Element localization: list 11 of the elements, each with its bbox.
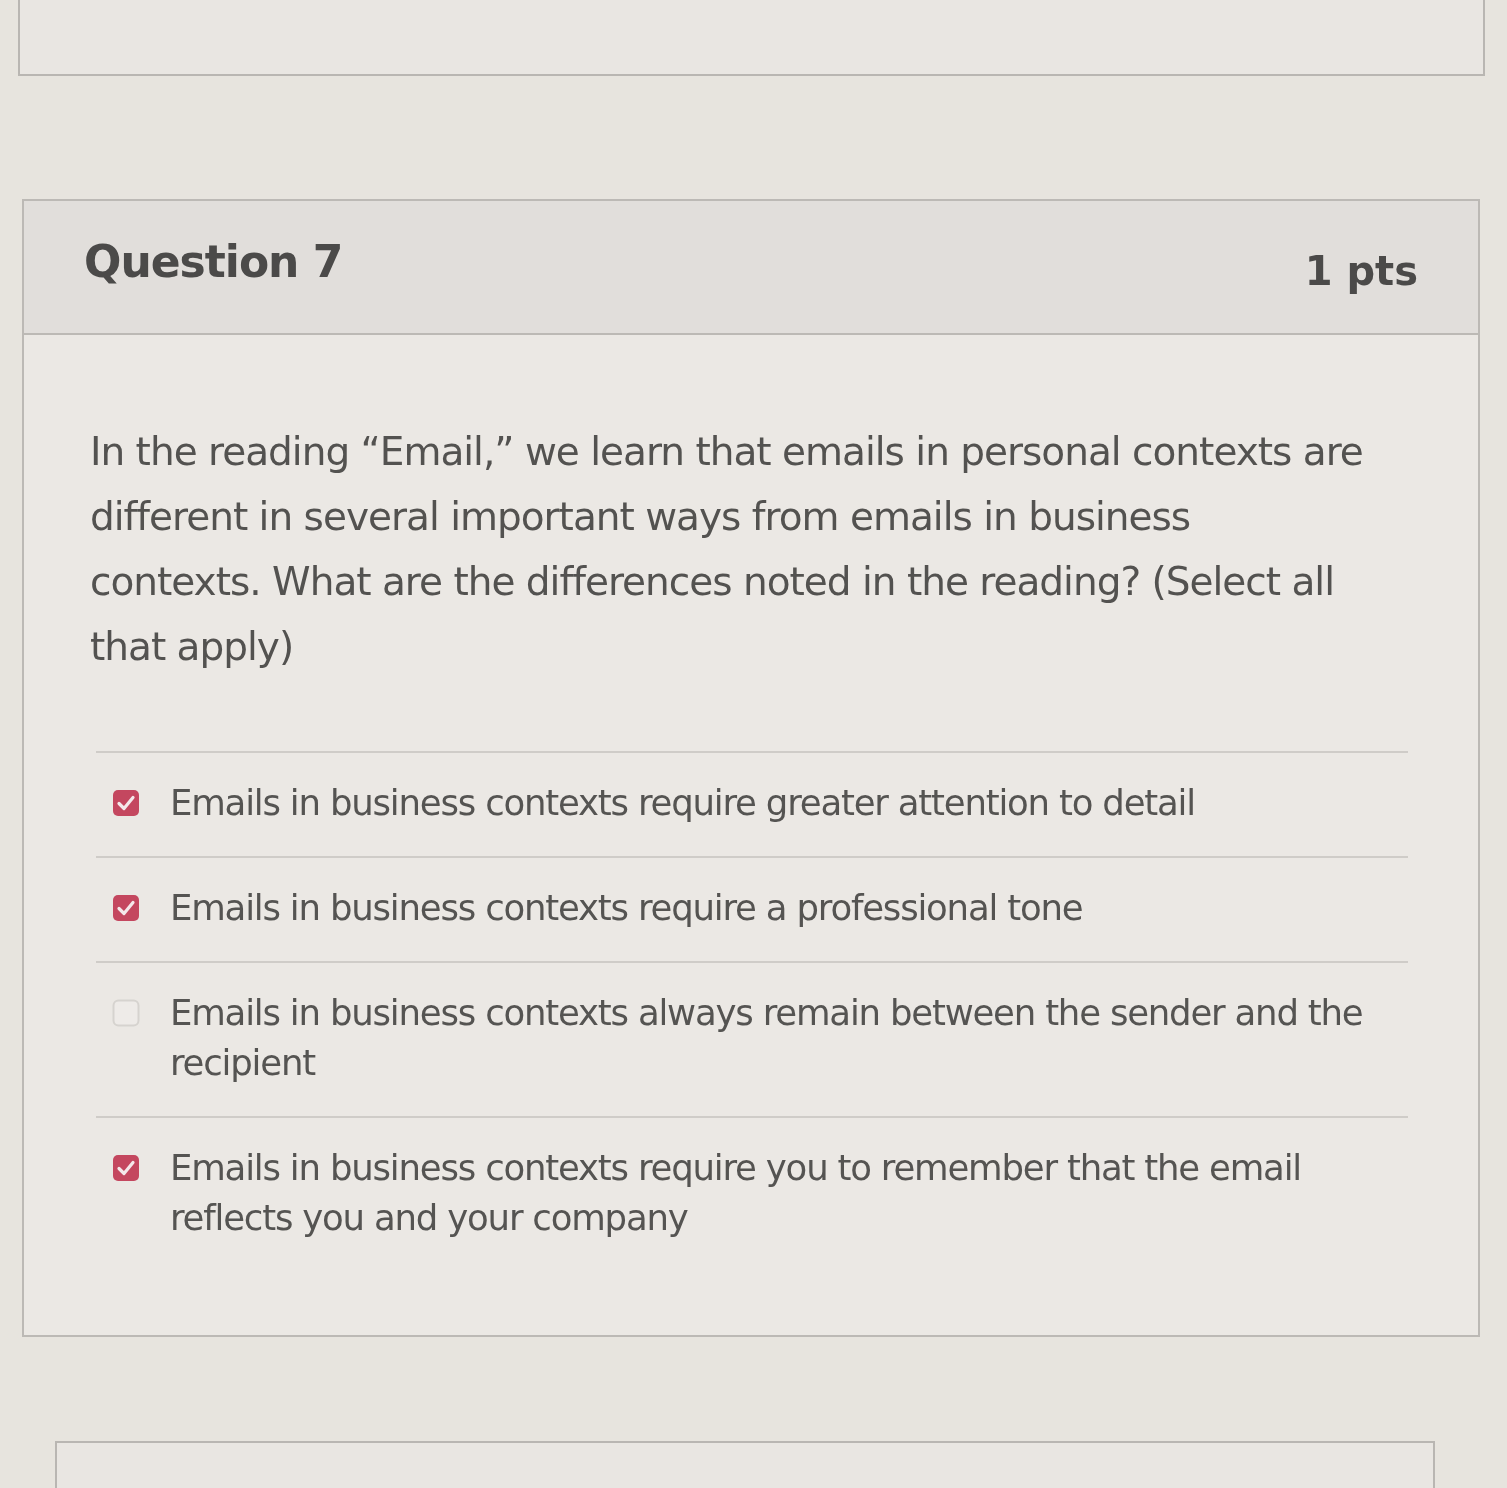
checkbox[interactable] bbox=[112, 999, 140, 1027]
answer-label[interactable]: Emails in business contexts require you to remember that the email reflects you and your company bbox=[170, 1143, 1400, 1243]
answer-label[interactable]: Emails in business contexts always remain between the sender and the recipient bbox=[170, 988, 1400, 1088]
question-text: In the reading “Email,” we learn that emails in personal contexts are different in several important ways from emails in business contexts. What are the differences noted in the reading? (Select all that apply) bbox=[90, 428, 1364, 671]
answer-label[interactable]: Emails in business contexts require greater attention to detail bbox=[170, 778, 1195, 828]
checkbox[interactable] bbox=[112, 1154, 140, 1182]
points-label: 1 pts bbox=[1304, 248, 1418, 294]
checkbox[interactable] bbox=[112, 789, 140, 817]
answer-label[interactable]: Emails in business contexts require a professional tone bbox=[170, 883, 1083, 933]
question-title: Question 7 bbox=[84, 235, 343, 287]
checkbox[interactable] bbox=[112, 894, 140, 922]
